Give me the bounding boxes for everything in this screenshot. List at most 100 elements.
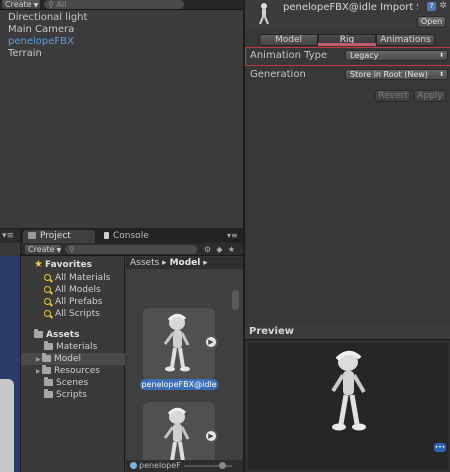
updown-arrows-icon: ⬍: [438, 71, 444, 78]
preview-viewport[interactable]: [248, 343, 448, 469]
character-preview-model: [331, 350, 366, 431]
tree-favorite-all-models[interactable]: All Models: [21, 284, 125, 296]
scene-view-strip: ▾≡: [0, 229, 20, 472]
breadcrumb-model[interactable]: Model: [170, 258, 201, 268]
project-search-input[interactable]: ⚲: [65, 245, 197, 254]
tab-console[interactable]: Console: [99, 230, 171, 243]
folder-label: Scripts: [56, 390, 87, 400]
tree-folder-resources[interactable]: ▶ Resources: [21, 365, 125, 377]
scene-menu-icon[interactable]: ▾≡: [2, 231, 14, 241]
favorite-label: All Models: [55, 285, 101, 295]
search-icon: ⚲: [48, 0, 54, 9]
search-icon: [44, 274, 51, 281]
scrollbar-thumb[interactable]: [232, 290, 239, 310]
search-icon: [44, 310, 51, 317]
asset-label-selected[interactable]: penelopeFBX@idle: [140, 379, 218, 390]
hierarchy-create-dropdown[interactable]: Create ▼: [2, 0, 40, 9]
chevron-down-icon: ▼: [56, 247, 62, 254]
scene-tab[interactable]: ▾≡: [0, 229, 20, 243]
panel-menu-icon[interactable]: ▾≡: [227, 231, 238, 240]
tree-favorites[interactable]: ★ Favorites: [21, 259, 125, 271]
preview-panel: Preview •••: [244, 323, 450, 472]
search-icon: ⚲: [69, 245, 75, 254]
project-folder-tree: ★ Favorites All Materials All Models All …: [21, 257, 125, 472]
assets-scrollbar[interactable]: [230, 290, 240, 472]
folder-icon: [42, 353, 51, 362]
favorite-label: All Prefabs: [55, 297, 103, 307]
hierarchy-search-input[interactable]: ⚲ All: [44, 0, 184, 9]
inspector-panel: penelopeFBX@idle Import Set ? ✲ Open Mod…: [244, 0, 450, 323]
folder-label: Model: [54, 354, 82, 364]
hierarchy-item-main-camera[interactable]: Main Camera: [8, 24, 74, 36]
apply-button[interactable]: Apply: [414, 90, 446, 102]
selected-asset-path: penelopeF: [139, 461, 181, 470]
assets-status-bar: penelopeF: [126, 460, 243, 472]
asset-thumbnail-penelope-idle[interactable]: ▶: [143, 308, 218, 380]
preview-options-icon[interactable]: •••: [434, 443, 446, 452]
model-asset-icon: [259, 3, 269, 25]
character-model-icon: [163, 313, 190, 372]
folder-icon: [34, 329, 43, 338]
project-panel: Project Console ▾≡ Create ▼ ⚲ ⚙ ◆ ★ ★ Favo…: [21, 229, 243, 472]
updown-arrows-icon: ⬍: [438, 52, 444, 59]
tab-project-label: Project: [40, 231, 71, 241]
tree-folder-materials[interactable]: Materials: [21, 341, 125, 353]
open-button[interactable]: Open: [417, 16, 446, 28]
folder-label: Scenes: [56, 378, 89, 388]
star-icon: ★: [34, 259, 43, 270]
hierarchy-panel: Create ▼ ⚲ All Directional light Main Cam…: [0, 0, 243, 228]
animation-type-dropdown[interactable]: Legacy ⬍: [345, 50, 448, 61]
tab-project[interactable]: Project: [23, 230, 95, 243]
hierarchy-item-penelopefbx[interactable]: penelopeFBX: [8, 36, 74, 48]
active-tab-indicator: [318, 43, 376, 46]
assets-grid-pane: Assets ▸ Model ▸ ▶ penelopeFBX@idle ▶ pe…: [126, 257, 243, 472]
filter-by-type-icon[interactable]: ⚙: [203, 245, 212, 254]
generation-dropdown[interactable]: Store in Root (New) ⬍: [345, 69, 448, 80]
thumbnail-size-slider-knob[interactable]: [219, 462, 226, 469]
tree-assets[interactable]: Assets: [21, 329, 125, 341]
favorites-title: Favorites: [44, 260, 92, 270]
folder-label: Materials: [56, 342, 98, 352]
favorite-label: All Scripts: [55, 309, 100, 319]
favorite-label: All Materials: [55, 273, 111, 283]
tab-animations[interactable]: Animations: [376, 34, 435, 46]
hierarchy-search-placeholder: All: [56, 0, 67, 9]
tree-favorite-all-materials[interactable]: All Materials: [21, 272, 125, 284]
hierarchy-item-terrain[interactable]: Terrain: [8, 48, 42, 60]
tree-favorite-all-prefabs[interactable]: All Prefabs: [21, 296, 125, 308]
folder-icon: [42, 365, 51, 374]
tree-folder-model[interactable]: ▶ Model: [21, 353, 125, 365]
play-icon[interactable]: ▶: [204, 429, 218, 443]
hierarchy-item-directional-light[interactable]: Directional light: [8, 12, 87, 24]
folder-icon: [44, 377, 53, 386]
filter-by-label-icon[interactable]: ◆: [215, 245, 224, 254]
revert-button[interactable]: Revert: [375, 90, 411, 102]
animation-type-label: Animation Type: [250, 50, 328, 61]
assets-title: Assets: [46, 330, 80, 340]
search-icon: [44, 298, 51, 305]
inspector-title: penelopeFBX@idle Import Set: [283, 2, 418, 13]
generation-label: Generation: [250, 69, 306, 80]
project-create-dropdown[interactable]: Create ▼: [25, 245, 61, 254]
search-icon: [44, 286, 51, 293]
tree-folder-scripts[interactable]: Scripts: [21, 389, 125, 401]
tree-favorite-all-scripts[interactable]: All Scripts: [21, 308, 125, 320]
folder-label: Resources: [54, 366, 100, 376]
tree-folder-scenes[interactable]: Scenes: [21, 377, 125, 389]
tab-model[interactable]: Model: [259, 34, 318, 46]
folder-icon: [44, 341, 53, 350]
breadcrumb-assets[interactable]: Assets: [130, 258, 159, 268]
hierarchy-toolbar: Create ▼ ⚲ All: [0, 0, 243, 10]
chevron-down-icon: ▼: [33, 2, 39, 9]
breadcrumb-separator: ▸: [162, 258, 167, 268]
favorite-star-icon[interactable]: ★: [227, 245, 236, 254]
help-icon[interactable]: ?: [427, 2, 436, 11]
project-tabbar: Project Console ▾≡: [21, 229, 243, 243]
play-icon[interactable]: ▶: [204, 335, 218, 349]
scene-object: [0, 379, 14, 472]
gear-icon[interactable]: ✲: [438, 1, 448, 11]
hierarchy-create-label: Create: [5, 0, 32, 9]
generation-value: Store in Root (New): [350, 70, 428, 79]
folder-icon: [28, 232, 36, 239]
preview-header: Preview: [245, 323, 450, 340]
